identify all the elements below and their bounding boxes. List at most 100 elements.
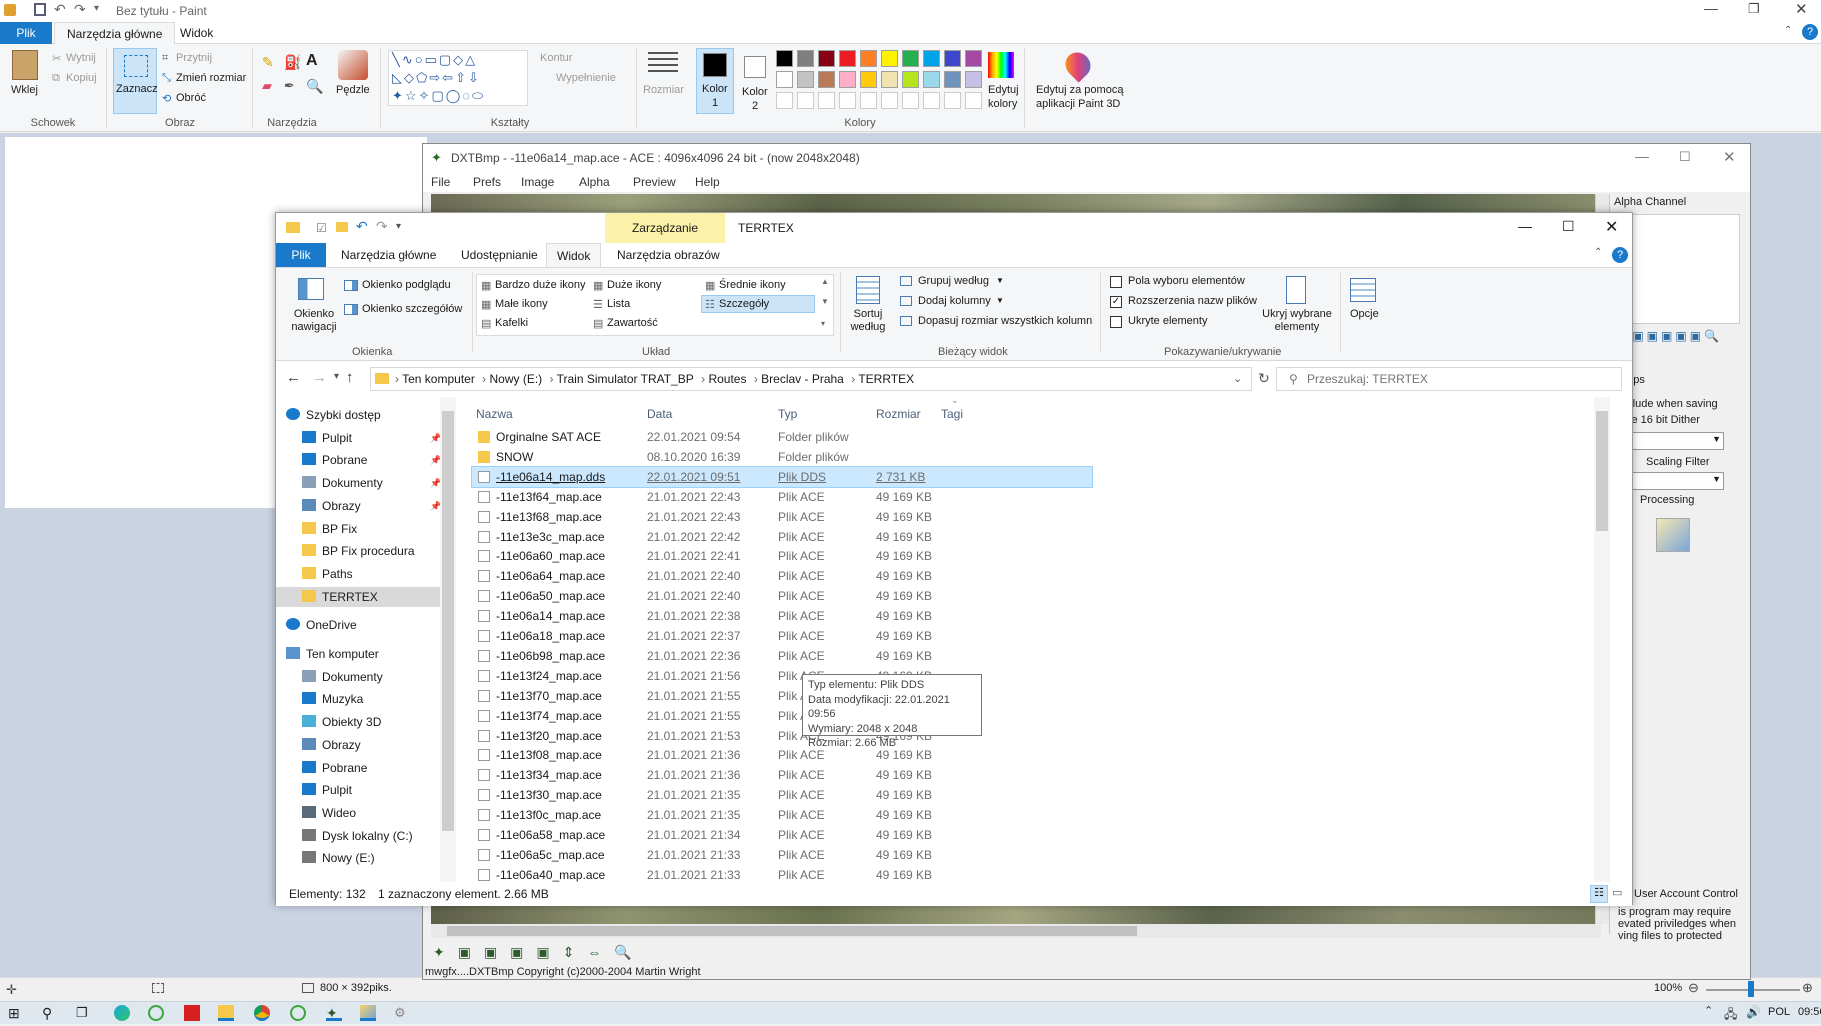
process-icon[interactable]	[1656, 518, 1690, 552]
properties-icon[interactable]: ☑	[316, 221, 327, 235]
dxt-menu-file[interactable]: File	[431, 175, 450, 189]
navigation-pane-button[interactable]: Okienko nawigacji	[284, 308, 344, 334]
zoom-in-icon[interactable]: ⊕	[1802, 980, 1813, 996]
details-pane-button[interactable]: Okienko szczegółów	[362, 303, 462, 315]
nav-item[interactable]: Nowy (E:)	[302, 848, 375, 868]
redo-icon[interactable]: ↷	[74, 1, 86, 18]
dxt-menu-image[interactable]: Image	[521, 175, 554, 189]
options-icon[interactable]	[1350, 278, 1376, 302]
sort-by-button[interactable]: Sortuj według	[848, 308, 888, 334]
preview-pane-button[interactable]: Okienko podglądu	[362, 279, 451, 291]
nav-item[interactable]: Dokumenty	[302, 667, 383, 687]
breadcrumb-separator-icon[interactable]: ›	[479, 372, 490, 386]
palette-color-swatch[interactable]	[923, 71, 940, 88]
palette-color-swatch[interactable]	[797, 71, 814, 88]
nav-item[interactable]: Muzyka	[302, 689, 363, 709]
brushes-button[interactable]: Pędzle	[336, 84, 370, 96]
explorer-maximize-button[interactable]: ☐	[1562, 218, 1575, 235]
fill-shape-button[interactable]: Wypełnienie	[556, 72, 616, 84]
dxt-menu-preview[interactable]: Preview	[633, 175, 676, 189]
breadcrumb-separator-icon[interactable]: ›	[848, 372, 858, 386]
tray-expand-icon[interactable]: ⌃	[1704, 1004, 1713, 1017]
palette-color-swatch[interactable]	[923, 50, 940, 67]
paint-restore-button[interactable]: ❐	[1748, 1, 1760, 17]
explorer-minimize-button[interactable]: —	[1518, 218, 1532, 234]
new-folder-icon[interactable]	[336, 222, 348, 232]
column-header-tags[interactable]: Tagi	[941, 407, 963, 421]
app-icon[interactable]: ⚙	[394, 1005, 410, 1021]
rotate-button[interactable]: Obróć	[176, 92, 206, 104]
zoom-slider-thumb[interactable]	[1748, 981, 1754, 997]
paint-close-button[interactable]: ✕	[1795, 0, 1808, 18]
file-list-scroll-thumb[interactable]	[1596, 411, 1608, 531]
text-icon[interactable]: A	[306, 52, 318, 70]
file-row[interactable]: -11e13f34_map.ace 21.01.2021 21:36 Plik AC…	[472, 765, 1092, 785]
shapes-gallery[interactable]: ╲∿○▭▢◇△ ◺◇⬠⇨⇦⇧⇩ ✦☆✧▢◯◌⬭	[388, 50, 528, 106]
paint3d-icon[interactable]	[1060, 47, 1096, 83]
fit-columns-button[interactable]: Dopasuj rozmiar wszystkich kolumn	[918, 315, 1092, 327]
file-row[interactable]: -11e06a60_map.ace 21.01.2021 22:41 Plik AC…	[472, 546, 1092, 566]
palette-color-swatch[interactable]	[944, 71, 961, 88]
palette-color-swatch[interactable]	[818, 50, 835, 67]
custom-color-slot[interactable]	[797, 92, 814, 109]
palette-color-swatch[interactable]	[839, 50, 856, 67]
palette-color-swatch[interactable]	[965, 50, 982, 67]
eraser-icon[interactable]: ▰	[262, 78, 272, 94]
breadcrumb-item[interactable]: Nowy (E:)	[490, 372, 543, 386]
breadcrumb-item[interactable]: TERRTEX	[858, 372, 914, 386]
nav-item[interactable]: BP Fix procedura	[302, 541, 415, 561]
explorer-tab-picture-tools[interactable]: Narzędzia obrazów	[607, 243, 730, 267]
paint3d-line2[interactable]: aplikacji Paint 3D	[1036, 98, 1120, 110]
network-icon[interactable]: 🖧	[1724, 1005, 1737, 1026]
explorer-close-button[interactable]: ✕	[1605, 217, 1618, 237]
palette-color-swatch[interactable]	[818, 71, 835, 88]
palette-color-swatch[interactable]	[965, 71, 982, 88]
volume-icon[interactable]: 🔊	[1746, 1005, 1761, 1019]
edit-colors-icon[interactable]	[988, 52, 1014, 78]
palette-color-swatch[interactable]	[881, 71, 898, 88]
custom-color-slot[interactable]	[944, 92, 961, 109]
nav-item[interactable]: OneDrive	[286, 615, 357, 635]
file-explorer-icon[interactable]	[218, 1005, 234, 1021]
item-checkboxes-checkbox[interactable]	[1110, 276, 1122, 288]
dxt-toolbar-icons[interactable]: ✦▣▣▣▣⇕⇔🔍	[433, 944, 645, 961]
dxt-horizontal-scroll-thumb[interactable]	[447, 926, 1137, 936]
add-columns-dropdown-icon[interactable]: ▼	[996, 296, 1004, 305]
nav-item[interactable]: Ten komputer	[286, 644, 379, 664]
redo-icon[interactable]: ↷	[376, 218, 388, 235]
outline-button[interactable]: Kontur	[540, 52, 572, 64]
help-icon[interactable]: ?	[1802, 24, 1818, 40]
custom-color-slot[interactable]	[839, 92, 856, 109]
paint-taskbar-icon[interactable]	[360, 1005, 376, 1021]
file-row[interactable]: -11e13f0c_map.ace 21.01.2021 21:35 Plik AC…	[472, 805, 1092, 825]
brush-icon[interactable]	[338, 50, 368, 80]
nav-item[interactable]: Dokumenty 📌	[302, 473, 441, 493]
file-row[interactable]: -11e06a50_map.ace 21.01.2021 22:40 Plik AC…	[472, 586, 1092, 606]
custom-color-slot[interactable]	[860, 92, 877, 109]
chrome-icon[interactable]	[254, 1005, 270, 1021]
file-row[interactable]: -11e13f20_map.ace21.01.2021 21:53Plik AC…	[472, 726, 1092, 746]
custom-color-slot[interactable]	[776, 92, 793, 109]
nav-item[interactable]: Pobrane	[302, 758, 367, 778]
layout-medium-icons[interactable]: Średnie ikony	[719, 279, 786, 291]
file-row[interactable]: SNOW 08.10.2020 16:39 Folder plików	[472, 447, 1092, 467]
paint-minimize-button[interactable]: —	[1704, 0, 1718, 16]
dxtbmp-close-button[interactable]: ✕	[1723, 148, 1736, 166]
dxtbmp-maximize-button[interactable]: ☐	[1679, 149, 1691, 165]
dxt-menu-help[interactable]: Help	[695, 175, 720, 189]
file-row[interactable]: -11e13f30_map.ace 21.01.2021 21:35 Plik AC…	[472, 785, 1092, 805]
fill-icon[interactable]: ⛽	[284, 54, 301, 71]
gallery-up-icon[interactable]: ▲	[821, 277, 829, 286]
breadcrumb-item[interactable]: Routes	[708, 372, 746, 386]
cut-button[interactable]: Wytnij	[66, 52, 96, 64]
add-columns-button[interactable]: Dodaj kolumny	[918, 295, 991, 307]
size-button[interactable]: Rozmiar	[643, 84, 684, 96]
dxt-menu-alpha[interactable]: Alpha	[579, 175, 610, 189]
resize-button[interactable]: Zmień rozmiar	[176, 72, 246, 84]
paint-tab-file[interactable]: Plik	[0, 22, 52, 44]
custom-color-slot[interactable]	[881, 92, 898, 109]
breadcrumb-item[interactable]: Ten komputer	[402, 372, 475, 386]
pencil-icon[interactable]: ✎	[262, 54, 274, 71]
nav-item[interactable]: Szybki dostęp	[286, 405, 381, 425]
palette-color-swatch[interactable]	[944, 50, 961, 67]
